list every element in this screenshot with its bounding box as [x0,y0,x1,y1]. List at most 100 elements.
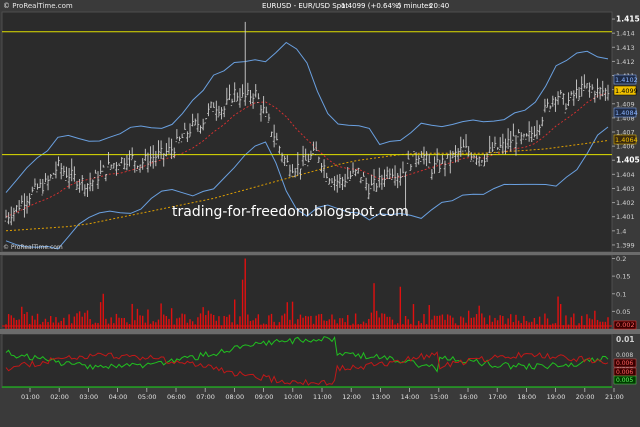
volume-bar [102,293,104,329]
volume-bar [557,296,559,329]
volume-bar [391,319,394,329]
x-tick-label: 10:00 [284,393,303,401]
x-tick-label: 21:00 [605,393,624,401]
volume-bar [191,321,194,329]
volume-tick-label: 0.1 [616,290,626,298]
volume-bar [333,319,336,329]
volume-bar [510,314,512,329]
x-tick-label: 01:00 [21,393,40,401]
volume-bar [299,314,302,329]
volume-bar [373,283,375,329]
x-tick-label: 05:00 [138,393,157,401]
price-tick-label: 1.404 [616,171,635,179]
volume-bar [602,321,604,329]
volume-bar [197,317,199,329]
volume-bar [7,314,10,329]
volume-bar [581,315,583,329]
volume-bar [210,313,212,329]
volume-bar [318,314,320,329]
volume-bar [588,318,591,329]
price-tick-label: 1.4 [616,227,626,235]
header-timeframe: 5 minutes [397,2,432,10]
price-value-label: 1.4102 [615,76,638,84]
header-last: 1.4099 (+0.64%) [341,2,402,10]
volume-bar [323,320,325,329]
volume-bar [407,319,409,329]
volume-bar [436,315,438,329]
volume-bar [499,315,501,329]
volume-bar [462,317,465,329]
volume-bar [425,324,428,329]
x-tick-label: 09:00 [255,393,274,401]
volume-bar [386,316,388,329]
volume-bar [515,314,517,329]
volume-bar [291,301,294,329]
x-tick-label: 15:00 [430,393,449,401]
panel-separator [0,329,640,334]
volume-bar [199,313,202,329]
volume-bar [49,316,52,329]
volume-bar [5,324,7,329]
volume-bar [441,314,444,329]
volume-bar [494,317,496,329]
volume-bar [226,316,228,329]
volume-bar [433,315,436,329]
volume-bar [120,318,123,329]
trading-chart: © ProRealTime.com EURUSD - EUR/USD Spot1.… [0,2,640,427]
volume-bar [205,315,207,329]
volume-bar [507,318,509,329]
volume-bar [339,318,341,329]
volume-bar [128,324,131,329]
volume-bar [326,320,328,329]
volume-bar [483,317,486,329]
volume-bar [523,315,525,329]
volume-bar [533,317,536,329]
volume-bar [89,319,91,329]
directional-value-label: 0.005 [616,377,633,384]
volume-bar [281,315,283,329]
volume-bar [570,317,572,329]
volume-bar [370,312,373,329]
volume-bar [163,314,165,329]
volume-bar [491,321,494,329]
directional-value-label: 0.006 [616,360,633,367]
volume-bar [596,319,599,329]
x-tick-label: 07:00 [196,393,215,401]
volume-bar [105,318,107,329]
volume-bar [236,324,239,329]
x-tick-label: 02:00 [50,393,69,401]
volume-bar [157,319,160,329]
price-tick-label: 1.401 [616,213,635,221]
volume-bar [591,319,593,329]
volume-bar [586,314,588,329]
volume-bar [381,313,383,329]
volume-bar [604,321,607,329]
volume-bar [152,321,154,329]
price-tick-label: 1.399 [616,241,635,249]
volume-bar [252,320,254,329]
volume-tick-label: 0.15 [616,273,630,281]
volume-bar [215,320,218,329]
price-tick-label: 1.409 [616,100,635,108]
volume-bar [412,304,415,329]
volume-bar [39,324,41,329]
volume-bar [418,320,420,329]
price-tick-label: 1.412 [616,58,635,66]
volume-bar [10,315,12,329]
volume-bar [68,314,70,329]
header-time: 20:40 [429,2,449,10]
volume-bar [544,313,546,329]
volume-bar [160,303,162,329]
x-tick-label: 12:00 [342,393,361,401]
volume-bar [55,317,57,329]
x-tick-label: 13:00 [371,393,390,401]
chart-window: © ProRealTime.com EURUSD - EUR/USD Spot 1.… [0,0,640,427]
volume-bar [247,314,249,329]
volume-bar [320,313,323,329]
volume-bar [139,315,141,329]
volume-panel [1,254,613,330]
volume-bar [268,315,270,329]
volume-bar [517,320,520,329]
volume-bar [304,315,307,329]
volume-bar [260,324,262,329]
